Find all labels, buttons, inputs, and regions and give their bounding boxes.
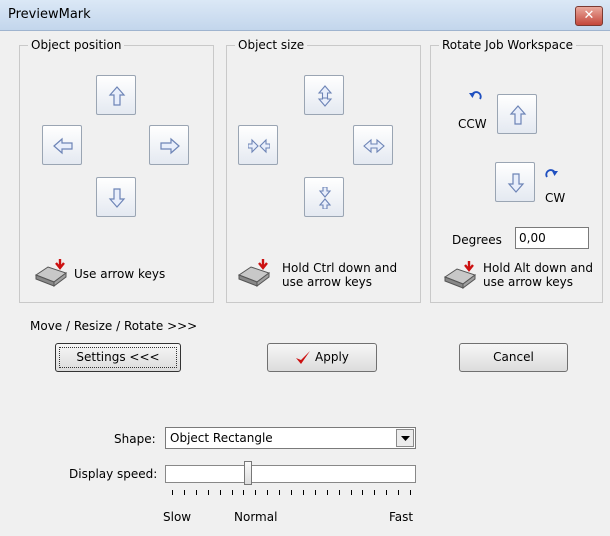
shape-select-value: Object Rectangle (170, 431, 273, 445)
degrees-label: Degrees (452, 233, 502, 247)
speed-slider-tick (172, 490, 173, 495)
arrow-down-icon (108, 188, 126, 208)
speed-slider-tick (350, 490, 352, 495)
arrow-left-icon (53, 137, 73, 155)
arrow-up-icon (317, 85, 333, 107)
arrow-right-icon (160, 137, 180, 155)
rotate-cw-icon (545, 169, 558, 178)
keyboard-icon (443, 261, 477, 289)
object-position-group: Object position Use arrow keys (19, 38, 214, 303)
speed-slider-tick (374, 490, 376, 495)
ccw-label: CCW (458, 117, 487, 131)
object-size-label: Object size (235, 38, 308, 52)
speed-slider-tick (255, 490, 257, 495)
cw-label: CW (545, 191, 566, 205)
title-bar: PreviewMark ✕ (0, 0, 610, 31)
dropdown-arrow-icon (401, 436, 410, 441)
speed-slider-tick (195, 490, 197, 495)
move-resize-rotate-toggle[interactable]: Move / Resize / Rotate >>> (30, 319, 197, 333)
speed-slider-tick (314, 490, 316, 495)
shape-select[interactable]: Object Rectangle (165, 427, 416, 449)
keyboard-icon (237, 259, 271, 287)
speed-slider-tick (231, 490, 233, 495)
apply-button-label: Apply (315, 350, 349, 364)
arrow-up-icon (509, 105, 527, 125)
rotate-hint-line2: use arrow keys (483, 275, 574, 289)
speed-slider-tick (398, 490, 400, 495)
speed-slider-tick (279, 490, 281, 495)
cancel-button-label: Cancel (493, 350, 534, 364)
dropdown-button[interactable] (396, 429, 414, 447)
object-size-group: Object size Hold Ctrl down and use arrow… (226, 38, 421, 303)
apply-button[interactable]: Apply (267, 343, 377, 372)
check-icon (296, 351, 310, 364)
rotate-workspace-label: Rotate Job Workspace (439, 38, 577, 52)
rotate-cw-button[interactable] (495, 162, 535, 202)
arrow-up-icon (108, 86, 126, 106)
speed-slider-tick (291, 490, 292, 495)
cancel-button[interactable]: Cancel (459, 343, 568, 372)
move-right-button[interactable] (149, 125, 189, 165)
display-speed-label: Display speed: (69, 467, 158, 481)
shrink-horizontal-button[interactable] (238, 125, 278, 165)
arrow-left-icon (363, 138, 385, 154)
move-down-button[interactable] (96, 177, 136, 217)
speed-slider-tick (362, 490, 364, 495)
grow-horizontal-button[interactable] (353, 125, 393, 165)
rotate-ccw-icon (469, 91, 482, 100)
speed-slider-tick (207, 490, 209, 495)
move-up-button[interactable] (96, 75, 136, 115)
rotate-workspace-group: Rotate Job Workspace CCW CW Degrees 0,00… (430, 38, 603, 303)
speed-normal-label: Normal (234, 510, 278, 524)
position-hint: Use arrow keys (74, 267, 166, 281)
speed-slider-tick (338, 490, 340, 495)
settings-button[interactable]: Settings <<< (55, 343, 181, 372)
object-position-label: Object position (28, 38, 125, 52)
speed-slider-tick (410, 490, 411, 495)
rotate-hint-line1: Hold Alt down and (483, 261, 593, 275)
speed-slider-track[interactable] (165, 465, 416, 483)
rotate-ccw-button[interactable] (497, 94, 537, 134)
speed-slider-thumb[interactable] (244, 461, 253, 485)
keyboard-icon (34, 259, 68, 287)
close-button[interactable]: ✕ (575, 6, 603, 26)
speed-slow-label: Slow (163, 510, 192, 524)
speed-slider-tick (183, 490, 185, 495)
size-hint-line2: use arrow keys (282, 275, 373, 289)
grow-vertical-button[interactable] (304, 75, 344, 115)
arrow-down-icon (507, 173, 525, 193)
speed-slider-tick (326, 490, 328, 495)
close-icon: ✕ (583, 8, 595, 23)
speed-slider-tick (243, 490, 245, 495)
shape-label: Shape: (114, 432, 156, 446)
speed-slider-tick (386, 490, 388, 495)
arrow-down-icon (318, 187, 332, 209)
speed-slider-tick (302, 490, 304, 495)
move-left-button[interactable] (42, 125, 82, 165)
window-title: PreviewMark (8, 7, 91, 22)
arrow-right-icon (248, 138, 270, 154)
speed-slider-tick (219, 490, 221, 495)
size-hint-line1: Hold Ctrl down and (282, 261, 398, 275)
focus-rectangle (59, 347, 177, 368)
degrees-input[interactable]: 0,00 (515, 227, 589, 249)
shrink-vertical-button[interactable] (304, 177, 344, 217)
speed-slider-tick (267, 490, 269, 495)
speed-fast-label: Fast (389, 510, 414, 524)
